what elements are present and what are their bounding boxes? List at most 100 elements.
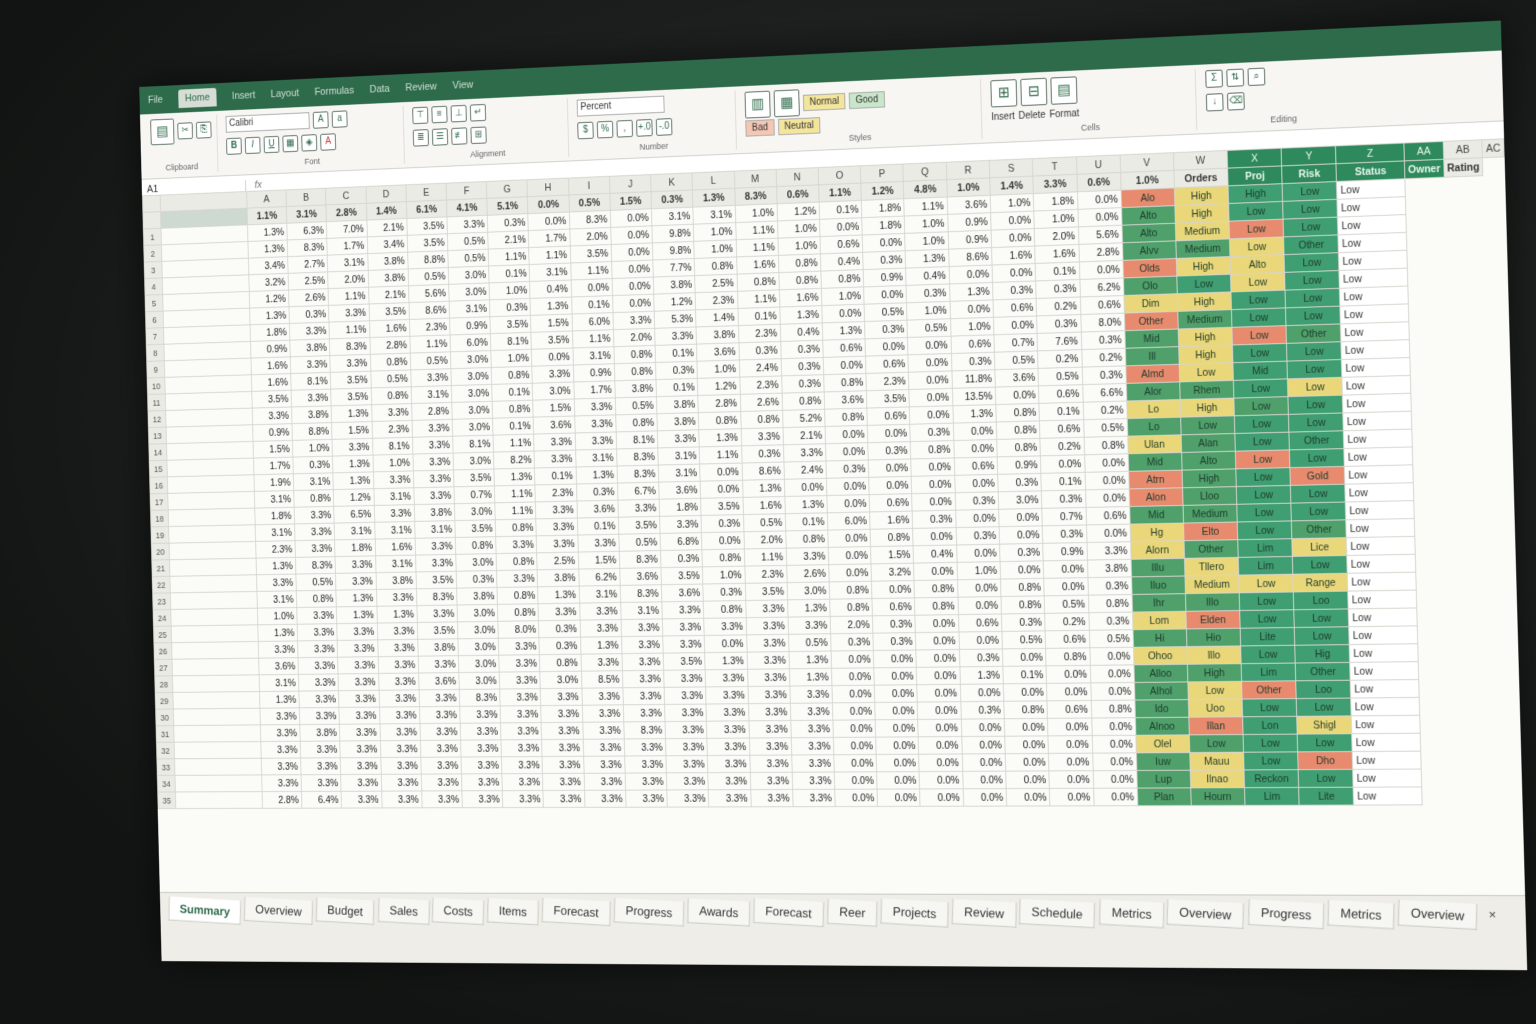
rating-cell[interactable]: Low: [1346, 536, 1416, 556]
category-cell[interactable]: Ido: [1134, 699, 1189, 718]
data-cell[interactable]: 3.3%: [747, 686, 791, 704]
data-cell[interactable]: 3.3%: [792, 772, 835, 790]
data-cell[interactable]: 3.6%: [418, 672, 460, 690]
data-cell[interactable]: 1.1%: [699, 445, 742, 465]
data-cell[interactable]: 3.3%: [536, 518, 578, 536]
category-cell[interactable]: Dho: [1298, 751, 1354, 770]
data-cell[interactable]: 0.8%: [1000, 578, 1045, 597]
data-cell[interactable]: 3.3%: [373, 470, 414, 489]
category-cell[interactable]: High: [1181, 468, 1237, 488]
data-cell[interactable]: 0.6%: [1047, 700, 1092, 719]
grow-font-icon[interactable]: A: [312, 111, 329, 129]
data-cell[interactable]: 1.3%: [779, 305, 823, 325]
data-cell[interactable]: 1.5%: [331, 421, 373, 440]
data-cell[interactable]: 3.3%: [787, 616, 831, 635]
data-cell[interactable]: 3.3%: [749, 772, 793, 790]
category-cell[interactable]: Low: [1228, 201, 1284, 222]
data-cell[interactable]: 0.0%: [610, 208, 653, 228]
data-cell[interactable]: 3.8%: [417, 638, 459, 657]
data-cell[interactable]: 0.0%: [957, 596, 1002, 615]
column-header-Y[interactable]: Y: [1281, 145, 1337, 166]
paste-icon[interactable]: ▤: [150, 118, 175, 146]
row-number[interactable]: 32: [156, 742, 175, 759]
data-cell[interactable]: 3.3%: [664, 686, 707, 705]
data-cell[interactable]: 8.1%: [490, 332, 532, 351]
rating-cell[interactable]: Low: [1346, 518, 1415, 538]
data-cell[interactable]: 0.3%: [741, 444, 784, 464]
category-cell[interactable]: Low: [1288, 412, 1344, 433]
category-cell[interactable]: Plan: [1137, 787, 1191, 806]
align-right-icon[interactable]: ≢: [451, 127, 468, 145]
row-label-cell[interactable]: [167, 474, 255, 494]
data-cell[interactable]: 3.3%: [330, 354, 371, 373]
delete-cells-icon[interactable]: ⊟: [1020, 77, 1048, 107]
data-cell[interactable]: 3.3%: [446, 215, 488, 234]
data-cell[interactable]: 0.0%: [918, 719, 962, 737]
data-cell[interactable]: 0.8%: [870, 528, 914, 547]
row-number[interactable]: 27: [154, 659, 173, 677]
data-cell[interactable]: 0.0%: [916, 649, 960, 668]
data-cell[interactable]: 3.4%: [367, 235, 408, 254]
data-cell[interactable]: 0.0%: [831, 685, 875, 703]
data-cell[interactable]: 0.0%: [1002, 648, 1047, 667]
data-cell[interactable]: 3.0%: [451, 384, 493, 403]
data-cell[interactable]: 0.0%: [825, 425, 868, 444]
rating-cell[interactable]: Low: [1350, 661, 1419, 681]
data-cell[interactable]: 0.3%: [997, 473, 1042, 492]
data-cell[interactable]: 0.0%: [918, 736, 962, 755]
data-cell[interactable]: 3.3%: [335, 555, 376, 574]
data-cell[interactable]: 0.8%: [497, 586, 539, 605]
data-cell[interactable]: 0.0%: [871, 580, 915, 599]
category-cell[interactable]: Low: [1233, 396, 1289, 416]
sheet-tab[interactable]: Progress: [1247, 899, 1324, 930]
row-number[interactable]: 30: [155, 709, 174, 726]
align-top-icon[interactable]: ⊤: [412, 106, 429, 125]
row-number[interactable]: 6: [145, 311, 164, 329]
rating-cell[interactable]: Low: [1353, 769, 1422, 788]
category-cell[interactable]: Medium: [1177, 309, 1233, 330]
data-cell[interactable]: 3.3%: [460, 739, 502, 758]
data-cell[interactable]: 3.3%: [300, 740, 341, 758]
rating-cell[interactable]: Low: [1349, 643, 1419, 663]
data-cell[interactable]: 0.0%: [1092, 770, 1138, 789]
category-cell[interactable]: Iluo: [1131, 575, 1186, 595]
border-icon[interactable]: ▦: [282, 135, 299, 153]
data-cell[interactable]: 1.0%: [950, 317, 995, 337]
data-cell[interactable]: 0.8%: [698, 411, 741, 430]
data-cell[interactable]: 3.3%: [377, 622, 418, 640]
data-cell[interactable]: 1.1%: [744, 548, 787, 567]
row-number[interactable]: 28: [154, 675, 173, 693]
ribbon-tab-home[interactable]: Home: [177, 87, 217, 109]
data-cell[interactable]: 3.3%: [502, 790, 544, 808]
data-cell[interactable]: 0.0%: [1049, 788, 1094, 806]
data-cell[interactable]: 3.5%: [570, 244, 612, 264]
category-cell[interactable]: Lim: [1238, 556, 1294, 576]
data-cell[interactable]: 1.5%: [530, 313, 573, 333]
data-cell[interactable]: 1.3%: [331, 404, 372, 423]
row-number[interactable]: 12: [147, 410, 166, 428]
data-cell[interactable]: 3.1%: [373, 487, 415, 506]
rating-cell[interactable]: Low: [1338, 250, 1408, 271]
data-cell[interactable]: 3.3%: [461, 790, 503, 808]
data-cell[interactable]: 3.8%: [367, 252, 408, 271]
data-cell[interactable]: 0.0%: [1085, 488, 1130, 508]
data-cell[interactable]: 1.3%: [247, 239, 288, 259]
data-cell[interactable]: 0.0%: [953, 421, 997, 441]
data-cell[interactable]: 1.7%: [528, 229, 571, 248]
data-cell[interactable]: 0.0%: [1004, 718, 1049, 737]
category-cell[interactable]: Low: [1235, 467, 1291, 487]
data-cell[interactable]: 0.0%: [908, 370, 953, 390]
category-cell[interactable]: Low: [1242, 698, 1298, 717]
data-cell[interactable]: 1.0%: [905, 231, 949, 251]
data-cell[interactable]: 6.2%: [1079, 277, 1124, 297]
data-cell[interactable]: 3.3%: [459, 705, 501, 724]
category-cell[interactable]: Lo: [1126, 399, 1181, 419]
data-cell[interactable]: 8.1%: [372, 437, 413, 456]
data-cell[interactable]: 11.8%: [951, 369, 996, 389]
category-cell[interactable]: Low: [1233, 378, 1289, 399]
data-cell[interactable]: 3.3%: [705, 669, 748, 687]
data-cell[interactable]: 3.3%: [534, 450, 576, 469]
data-cell[interactable]: 3.3%: [419, 723, 461, 741]
data-cell[interactable]: 0.0%: [1040, 454, 1085, 474]
row-number[interactable]: 8: [146, 344, 165, 362]
